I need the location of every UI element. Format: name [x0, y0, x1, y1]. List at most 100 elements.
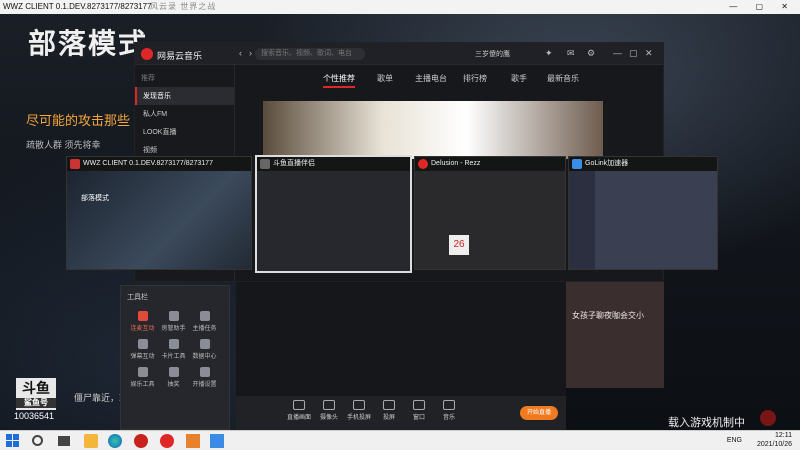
music-button[interactable]: 音乐	[434, 400, 464, 421]
tab-charts[interactable]: 排行榜	[463, 73, 487, 84]
music-tabs: 个性推荐 歌单 主播电台 排行榜 歌手 最新音乐	[235, 65, 663, 89]
close-icon[interactable]: ✕	[645, 48, 653, 59]
task-view-icon[interactable]	[58, 436, 70, 446]
thumb-preview: 26	[415, 171, 565, 269]
tool-label: 卡片工具	[161, 354, 186, 360]
thumb-header: 斗鱼直播伴侣	[257, 157, 410, 171]
search-icon[interactable]	[32, 435, 43, 446]
back-icon[interactable]: ‹	[239, 48, 242, 58]
camera-button[interactable]: 摄像头	[314, 400, 344, 421]
mail-icon[interactable]: ✉	[567, 48, 575, 59]
taskbar: ENG 12:11 2021/10/26	[0, 430, 800, 450]
skull-icon	[760, 410, 776, 426]
tool-label: 弹幕互动	[130, 354, 155, 360]
maximize-icon[interactable]: ▢	[629, 48, 638, 59]
tool-label: 主播任务	[192, 326, 217, 332]
thumb-title: 斗鱼直播伴侣	[273, 160, 315, 167]
douyu-icon[interactable]	[134, 434, 148, 448]
tool-item[interactable]: 连麦互动	[127, 308, 158, 336]
forward-icon[interactable]: ›	[249, 48, 252, 58]
tool-item[interactable]: 弹幕互动	[127, 336, 158, 364]
edge-icon[interactable]	[108, 434, 122, 448]
window-controls[interactable]: — ▢ ✕	[729, 0, 796, 14]
store-icon[interactable]	[84, 434, 98, 448]
tool-item[interactable]: 房管助手	[158, 308, 189, 336]
minimize-icon[interactable]: —	[613, 48, 622, 58]
tab-new-music[interactable]: 最新音乐	[547, 73, 579, 84]
thumb-preview	[257, 171, 410, 271]
thumb-title: Delusion - Rezz	[431, 160, 481, 167]
tab-recommend[interactable]: 个性推荐	[323, 73, 355, 88]
clock-time: 12:11	[775, 432, 792, 439]
taskview-music[interactable]: Delusion - Rezz 26	[414, 156, 566, 270]
netease-logo-icon	[141, 48, 153, 60]
douyu-logo: 斗鱼 鲨鱼号	[16, 378, 56, 410]
window-button[interactable]: 窗口	[404, 400, 434, 421]
stream-preview: 直播画面 摄像头 手机投屏 投屏 窗口 音乐 开始直播	[236, 282, 566, 430]
stream-card[interactable]: 女孩子聊夜咖会交小	[566, 282, 664, 388]
tool-icon	[199, 367, 210, 377]
cast-button[interactable]: 投屏	[374, 400, 404, 421]
golink-main	[595, 171, 717, 269]
stream-toolbar: 直播画面 摄像头 手机投屏 投屏 窗口 音乐 开始直播	[236, 396, 566, 430]
game-icon[interactable]	[210, 434, 224, 448]
taskview-golink[interactable]: GoLink加速器	[568, 156, 718, 270]
tool-icon	[137, 311, 148, 321]
thumb-header: Delusion - Rezz	[415, 157, 565, 171]
tool-icon	[199, 311, 210, 321]
tool-icon	[168, 339, 179, 349]
logo-sub: 鲨鱼号	[16, 398, 56, 408]
thumb-title: WWZ CLIENT 0.1.DEV.8273177/8273177	[83, 160, 213, 167]
start-live-button[interactable]: 开始直播	[520, 406, 558, 420]
tools-grid: 连麦互动 房管助手 主播任务 弹幕互动 卡片工具 数据中心 娱乐工具 抽奖 开播设置	[127, 308, 223, 392]
tool-item[interactable]: 娱乐工具	[127, 364, 158, 392]
golink-sidebar	[569, 171, 595, 269]
tool-item[interactable]: 数据中心	[189, 336, 220, 364]
calendar-date: 26	[449, 235, 469, 255]
clock[interactable]: 12:11 2021/10/26	[757, 431, 792, 449]
tool-item[interactable]: 开播设置	[189, 364, 220, 392]
taskview-douyu[interactable]: 斗鱼直播伴侣	[255, 155, 412, 273]
netease-music-icon[interactable]	[160, 434, 174, 448]
windows-start-icon[interactable]	[6, 434, 20, 448]
tool-label: 娱乐工具	[130, 382, 155, 388]
tool-icon	[168, 311, 179, 321]
tab-artists[interactable]: 歌手	[511, 73, 527, 84]
netease-app-icon	[418, 159, 428, 169]
sidebar-item-fm[interactable]: 私人FM	[135, 105, 234, 123]
shirt-icon[interactable]: ✦	[545, 48, 553, 59]
music-title: 网易云音乐	[157, 51, 203, 61]
language-indicator[interactable]: ENG	[727, 437, 742, 444]
music-banner[interactable]	[263, 101, 603, 159]
mode-description: 疏散人群 须先将幸	[26, 140, 101, 150]
music-search-input[interactable]: 搜索音乐、视频、歌词、电台	[255, 48, 365, 60]
tool-item[interactable]: 抽奖	[158, 364, 189, 392]
phone-cast-button[interactable]: 手机投屏	[344, 400, 374, 421]
mode-title: 部落模式	[28, 28, 149, 59]
clock-date: 2021/10/26	[756, 441, 792, 448]
overlay-title: 风云录 世界之战	[150, 2, 217, 11]
tool-label: 数据中心	[192, 354, 217, 360]
golink-app-icon	[572, 159, 582, 169]
stream-card-text: 女孩子聊夜咖会交小	[572, 311, 644, 320]
tab-radio[interactable]: 主播电台	[415, 73, 447, 84]
sidebar-item-discover[interactable]: 发现音乐	[135, 87, 234, 105]
sidebar-item-look[interactable]: LOOK直播	[135, 123, 234, 141]
tool-label: 抽奖	[167, 382, 180, 388]
tab-playlists[interactable]: 歌单	[377, 73, 393, 84]
golink-icon[interactable]	[186, 434, 200, 448]
tool-icon	[137, 339, 148, 349]
tool-icon	[199, 339, 210, 349]
thumb-title: GoLink加速器	[585, 160, 629, 167]
loading-text: 载入游戏机制中	[668, 417, 745, 429]
mode-subtitle: 尽可能的攻击那些	[26, 113, 131, 128]
tool-item[interactable]: 主播任务	[189, 308, 220, 336]
taskview-wwz[interactable]: WWZ CLIENT 0.1.DEV.8273177/8273177 部落模式	[66, 156, 252, 270]
gear-icon[interactable]: ⚙	[587, 48, 595, 59]
tool-item[interactable]: 卡片工具	[158, 336, 189, 364]
music-user[interactable]: 三岁傻的鹰	[475, 49, 510, 59]
scene-button[interactable]: 直播画面	[284, 400, 314, 421]
window-title: WWZ CLIENT 0.1.DEV.8273177/8273177	[3, 2, 152, 11]
douyu-app-icon	[260, 159, 270, 169]
thumb-preview	[569, 171, 717, 269]
